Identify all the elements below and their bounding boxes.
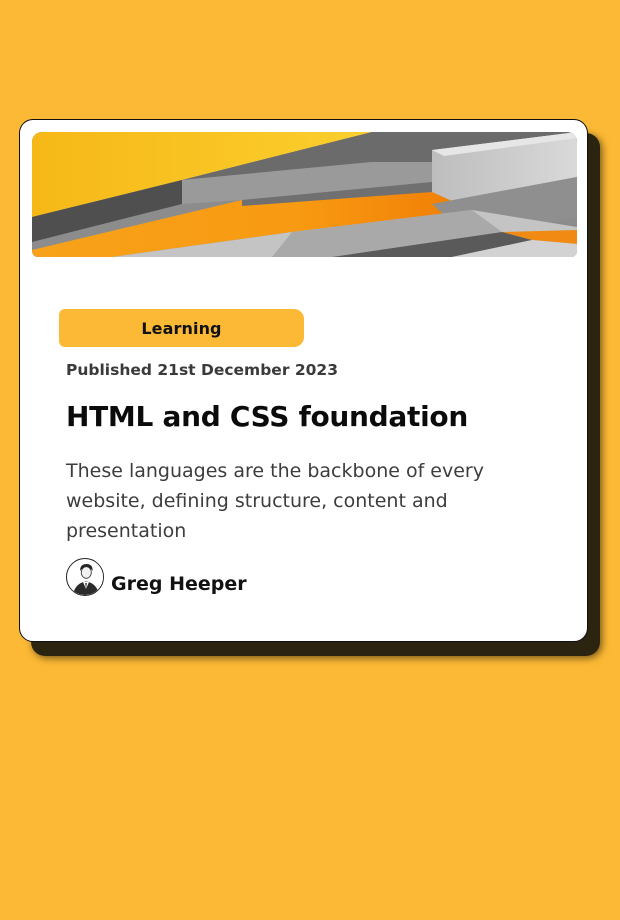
author-name[interactable]: Greg Heeper xyxy=(111,573,247,595)
publish-date: Published 21st December 2023 xyxy=(66,361,338,379)
card-title[interactable]: HTML and CSS foundation xyxy=(66,400,468,433)
category-tag[interactable]: Learning xyxy=(59,309,304,347)
person-avatar-icon xyxy=(66,558,104,596)
blog-preview-card[interactable]: Learning Published 21st December 2023 HT… xyxy=(19,119,588,642)
author-info[interactable]: Greg Heeper xyxy=(66,558,247,596)
card-description: These languages are the backbone of ever… xyxy=(66,460,484,542)
card-hero-image xyxy=(32,132,577,257)
